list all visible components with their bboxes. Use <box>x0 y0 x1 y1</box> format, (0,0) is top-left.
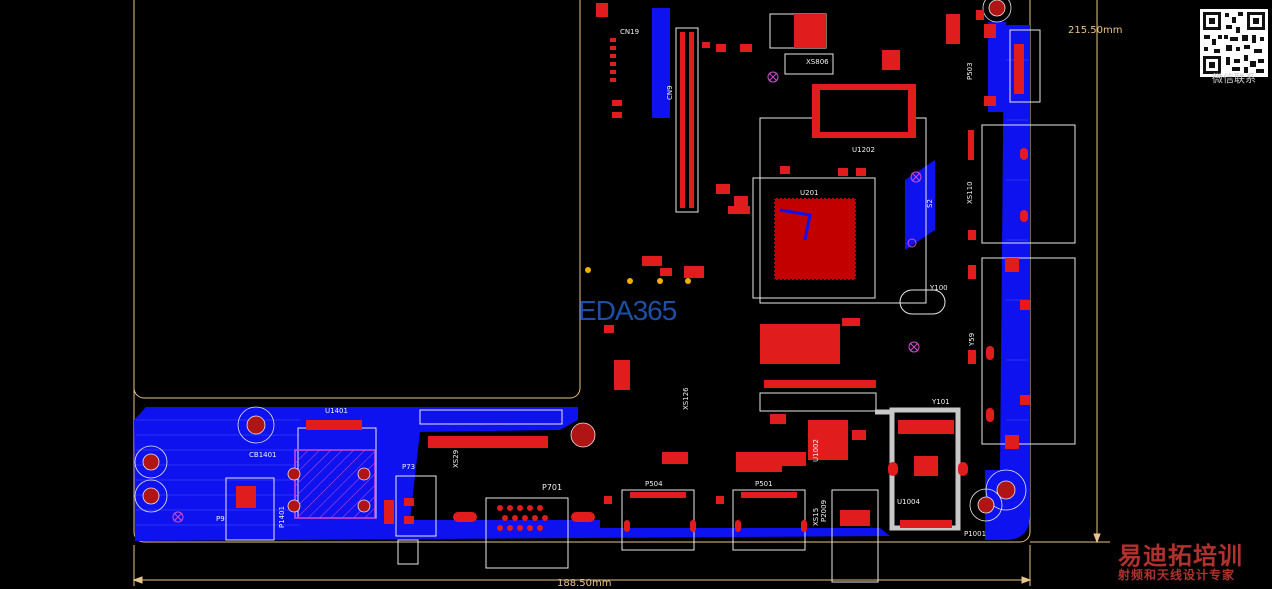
designator-cn19: CN19 <box>620 28 640 36</box>
ic-u1202 <box>812 84 916 138</box>
designator-xs29: XS29 <box>452 449 460 468</box>
designator-xs15: XS15 <box>812 507 820 526</box>
dimension-width-label: 188.50mm <box>557 578 612 589</box>
designator-p1001: P1001 <box>964 530 987 538</box>
designator-p2009: P2009 <box>820 499 828 522</box>
designator-u1202: U1202 <box>852 146 875 154</box>
designator-p73: P73 <box>402 463 416 471</box>
brand-logo-subtitle: 射频和天线设计专家 <box>1118 568 1236 582</box>
designator-xs126: XS126 <box>682 387 690 410</box>
bga-chip-u201 <box>773 197 857 281</box>
designator-p701: P701 <box>542 483 563 492</box>
designator-y101: Y101 <box>932 398 950 406</box>
qr-caption: 微信联系 <box>1212 72 1256 85</box>
designator-p1401: P1401 <box>278 505 286 528</box>
designator-u1002: U1002 <box>812 439 820 462</box>
vias <box>585 267 691 284</box>
designator-s2: S2 <box>926 199 934 208</box>
dimension-height-label: 215.50mm <box>1068 25 1123 36</box>
designator-p501: P501 <box>755 480 773 488</box>
header-cn9 <box>675 27 699 213</box>
watermark-text: EDA365 <box>578 295 677 326</box>
designator-cn9: CN9 <box>666 85 674 100</box>
designator-u1401: U1401 <box>325 407 348 415</box>
designator-xs110: XS110 <box>966 181 974 204</box>
hdmi-pads <box>604 492 807 532</box>
designator-p504: P504 <box>645 480 663 488</box>
designator-p503: P503 <box>966 62 974 80</box>
pcb-layout-canvas[interactable]: { "watermark": "EDA365", "qr_caption": "… <box>0 0 1272 589</box>
designator-u201: U201 <box>800 189 819 197</box>
designator-y100: Y100 <box>930 284 948 292</box>
designator-y59: Y59 <box>968 332 976 346</box>
designator-p9: P9 <box>216 515 225 523</box>
designator-cb1401: CB1401 <box>249 451 277 459</box>
designator-u1004: U1004 <box>897 498 920 506</box>
designator-xs806: XS806 <box>806 58 829 66</box>
crystal-y101 <box>898 420 954 528</box>
